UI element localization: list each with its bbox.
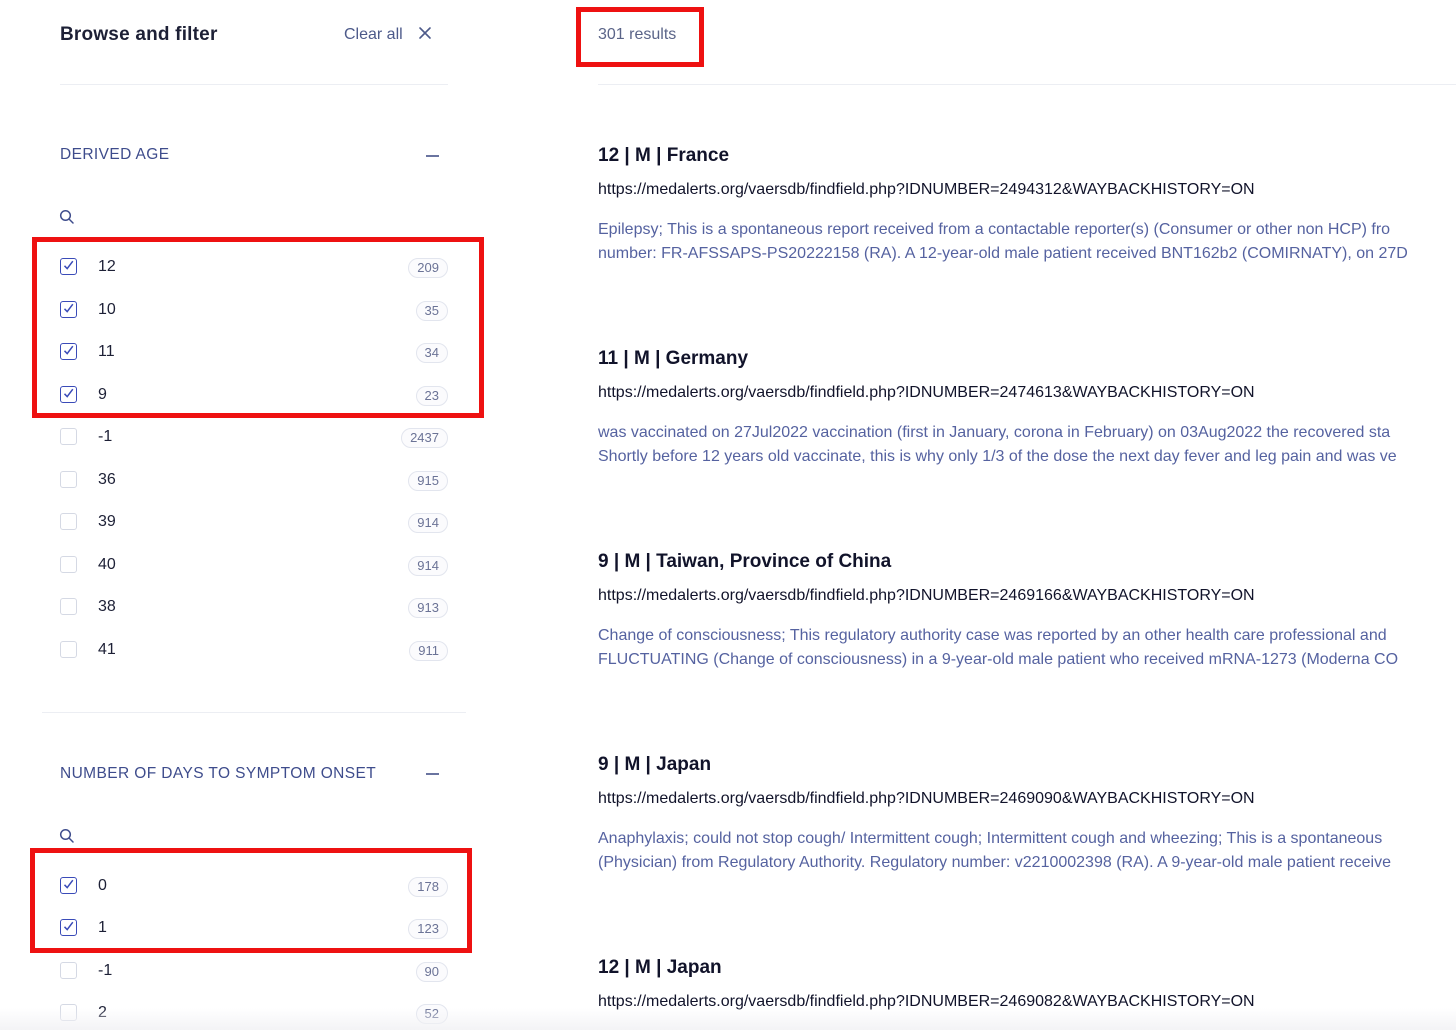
section-title-derived-age: DERIVED AGE (60, 146, 170, 163)
facet-option[interactable]: -1 90 (60, 956, 448, 986)
divider (60, 84, 448, 85)
facet-label: 36 (98, 471, 116, 488)
facet-option[interactable]: 36 915 (60, 465, 448, 495)
checkbox[interactable] (60, 598, 77, 615)
facet-option[interactable]: 1 123 (60, 913, 448, 943)
result-description-line: (Physician) from Regulatory Authority. R… (598, 854, 1391, 871)
facet-label: 2 (98, 1004, 107, 1021)
facet-option[interactable]: -1 2437 (60, 422, 448, 452)
result-item: 9 | M | Japan https://medalerts.org/vaer… (598, 754, 1456, 904)
facet-option[interactable]: 0 178 (60, 871, 448, 901)
checkbox-checked[interactable] (60, 877, 77, 894)
result-description: was vaccinated on 27Jul2022 vaccination … (598, 421, 1456, 469)
result-title[interactable]: 11 | M | Germany (598, 348, 748, 370)
result-description-line: FLUCTUATING (Change of consciousness) in… (598, 651, 1399, 668)
count-badge: 913 (408, 598, 448, 618)
collapse-derived-age-button[interactable] (426, 155, 439, 157)
facet-option[interactable]: 12 209 (60, 252, 448, 282)
result-item: 12 | M | Japan https://medalerts.org/vae… (598, 957, 1456, 1030)
checkbox[interactable] (60, 428, 77, 445)
result-description-line: Epilepsy; This is a spontaneous report r… (598, 221, 1391, 238)
checkbox[interactable] (60, 556, 77, 573)
facet-label: 10 (98, 301, 116, 318)
facet-label: -1 (98, 428, 113, 445)
checkbox[interactable] (60, 513, 77, 530)
result-item: 9 | M | Taiwan, Province of China https:… (598, 551, 1456, 701)
result-url-link[interactable]: https://medalerts.org/vaersdb/findfield.… (598, 384, 1255, 402)
search-icon[interactable] (59, 828, 75, 844)
divider (42, 712, 466, 713)
count-badge: 2437 (401, 428, 448, 448)
facet-option[interactable]: 41 911 (60, 635, 448, 665)
facet-label: 41 (98, 641, 116, 658)
facet-label: 40 (98, 556, 116, 573)
facet-label: 11 (98, 343, 115, 360)
checkbox[interactable] (60, 641, 77, 658)
facet-option[interactable]: 10 35 (60, 295, 448, 325)
section-title-days-to-onset: NUMBER OF DAYS TO SYMPTOM ONSET (60, 765, 377, 782)
result-title[interactable]: 12 | M | France (598, 145, 729, 167)
checkbox-checked[interactable] (60, 919, 77, 936)
result-description: Change of consciousness; This regulatory… (598, 624, 1456, 672)
filter-sidebar: Browse and filter Clear all DERIVED AGE … (0, 0, 480, 1030)
result-item: 12 | M | France https://medalerts.org/va… (598, 145, 1456, 295)
facet-label: 39 (98, 513, 116, 530)
result-url-link[interactable]: https://medalerts.org/vaersdb/findfield.… (598, 181, 1255, 199)
facet-option[interactable]: 39 914 (60, 507, 448, 537)
result-item: 11 | M | Germany https://medalerts.org/v… (598, 348, 1456, 498)
result-title[interactable]: 9 | M | Taiwan, Province of China (598, 551, 891, 573)
results-count: 301 results (598, 26, 677, 43)
facet-label: 9 (98, 386, 107, 403)
checkbox-checked[interactable] (60, 301, 77, 318)
checkbox-checked[interactable] (60, 386, 77, 403)
checkbox[interactable] (60, 1004, 77, 1021)
facet-label: 38 (98, 598, 116, 615)
result-description-line: number: FR-AFSSAPS-PS20222158 (RA). A 12… (598, 245, 1408, 262)
clear-all-button[interactable]: Clear all (344, 26, 403, 44)
count-badge: 178 (408, 877, 448, 897)
facet-option[interactable]: 11 34 (60, 337, 448, 367)
result-description: Epilepsy; This is a spontaneous report r… (598, 218, 1456, 266)
collapse-days-to-onset-button[interactable] (426, 773, 439, 775)
search-icon[interactable] (59, 209, 75, 225)
divider (598, 84, 1456, 85)
count-badge: 123 (408, 919, 448, 939)
facet-option[interactable]: 2 52 (60, 998, 448, 1028)
count-badge: 914 (408, 556, 448, 576)
facet-label: 12 (98, 258, 116, 275)
result-url-link[interactable]: https://medalerts.org/vaersdb/findfield.… (598, 790, 1255, 808)
count-badge: 23 (415, 386, 448, 406)
result-description-line: Shortly before 12 years old vaccinate, t… (598, 448, 1397, 465)
result-description-line: Anaphylaxis; could not stop cough/ Inter… (598, 830, 1383, 847)
checkbox[interactable] (60, 962, 77, 979)
result-url-link[interactable]: https://medalerts.org/vaersdb/findfield.… (598, 587, 1255, 605)
facet-option[interactable]: 38 913 (60, 592, 448, 622)
count-badge: 35 (415, 301, 448, 321)
count-badge: 915 (408, 471, 448, 491)
count-badge: 90 (415, 962, 448, 982)
count-badge: 52 (415, 1004, 448, 1024)
result-description: Anaphylaxis; could not stop cough/ Inter… (598, 827, 1456, 875)
count-badge: 34 (415, 343, 448, 363)
count-badge: 911 (409, 641, 448, 661)
checkbox-checked[interactable] (60, 343, 77, 360)
facet-label: -1 (98, 962, 113, 979)
facet-option[interactable]: 9 23 (60, 380, 448, 410)
result-title[interactable]: 12 | M | Japan (598, 957, 722, 979)
count-badge: 914 (408, 513, 448, 533)
facet-option[interactable]: 40 914 (60, 550, 448, 580)
checkbox[interactable] (60, 471, 77, 488)
result-description-line: Change of consciousness; This regulatory… (598, 627, 1387, 644)
facet-label: 1 (98, 919, 107, 936)
result-url-link[interactable]: https://medalerts.org/vaersdb/findfield.… (598, 993, 1255, 1011)
checkbox-checked[interactable] (60, 258, 77, 275)
result-title[interactable]: 9 | M | Japan (598, 754, 711, 776)
count-badge: 209 (408, 258, 448, 278)
sidebar-header: Browse and filter Clear all (60, 20, 448, 50)
facet-label: 0 (98, 877, 107, 894)
sidebar-title: Browse and filter (60, 24, 218, 45)
close-icon[interactable] (417, 25, 433, 41)
result-description-line: was vaccinated on 27Jul2022 vaccination … (598, 424, 1391, 441)
